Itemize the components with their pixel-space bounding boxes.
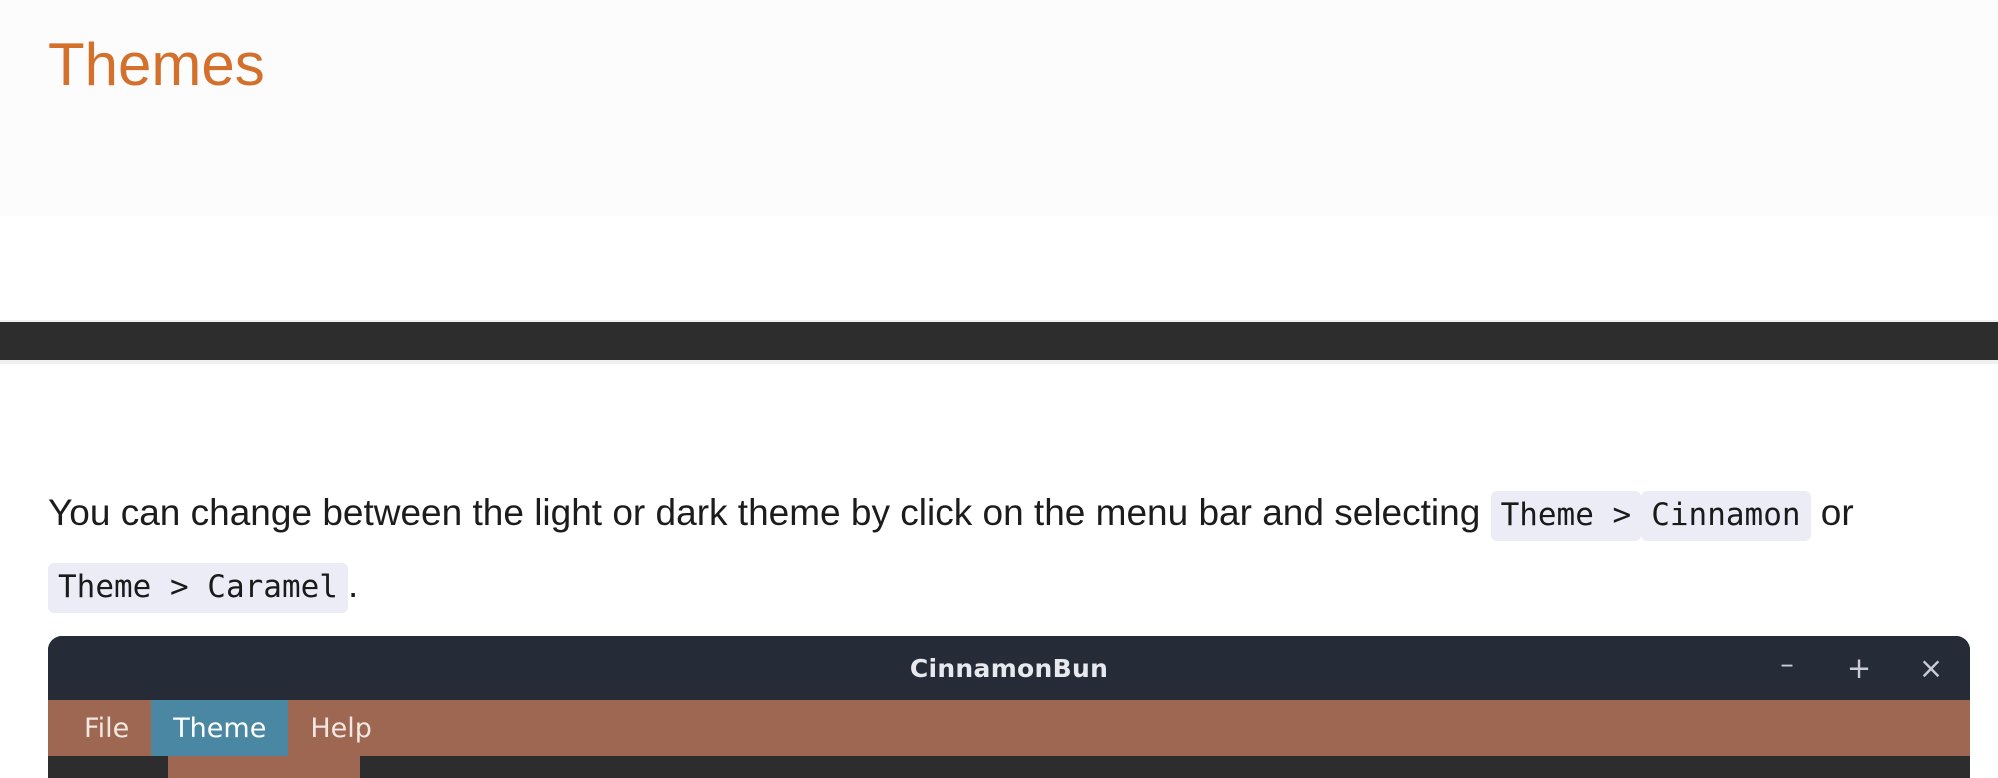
main-content: You can change between the light or dark…	[0, 364, 1998, 778]
app-title: CinnamonBun	[909, 653, 1109, 683]
page-header: Themes	[0, 0, 1998, 216]
header-spacer	[0, 216, 1998, 320]
cinnamonbun-app-window: CinnamonBun – + × File Theme Help	[48, 636, 1970, 778]
window-controls: – + ×	[1774, 636, 1944, 700]
minimize-icon[interactable]: –	[1774, 651, 1800, 678]
menu-item-theme[interactable]: Theme	[151, 700, 289, 756]
app-menubar: File Theme Help	[48, 700, 1970, 756]
paragraph-text-part3: or	[1810, 492, 1864, 533]
maximize-icon[interactable]: +	[1846, 653, 1872, 683]
theme-instructions-paragraph: You can change between the light or dark…	[48, 478, 1978, 622]
page-title: Themes	[48, 31, 265, 98]
nav-strip[interactable]	[0, 322, 1998, 360]
nav-strip-container	[0, 320, 1998, 364]
paragraph-text-part4: .	[347, 564, 359, 605]
close-icon[interactable]: ×	[1918, 653, 1944, 683]
paragraph-text-part1: You can change between the light or dark…	[48, 492, 1491, 533]
code-cinnamon: Cinnamon	[1641, 491, 1811, 541]
menu-item-file[interactable]: File	[62, 700, 151, 756]
theme-dropdown-panel[interactable]	[168, 756, 360, 778]
app-titlebar: CinnamonBun – + ×	[48, 636, 1970, 700]
code-theme-chevron: Theme >	[1490, 491, 1642, 541]
theme-dropdown-zone	[48, 756, 1970, 778]
menu-item-help[interactable]: Help	[288, 700, 394, 756]
code-theme-caramel: Theme > Caramel	[48, 563, 348, 613]
